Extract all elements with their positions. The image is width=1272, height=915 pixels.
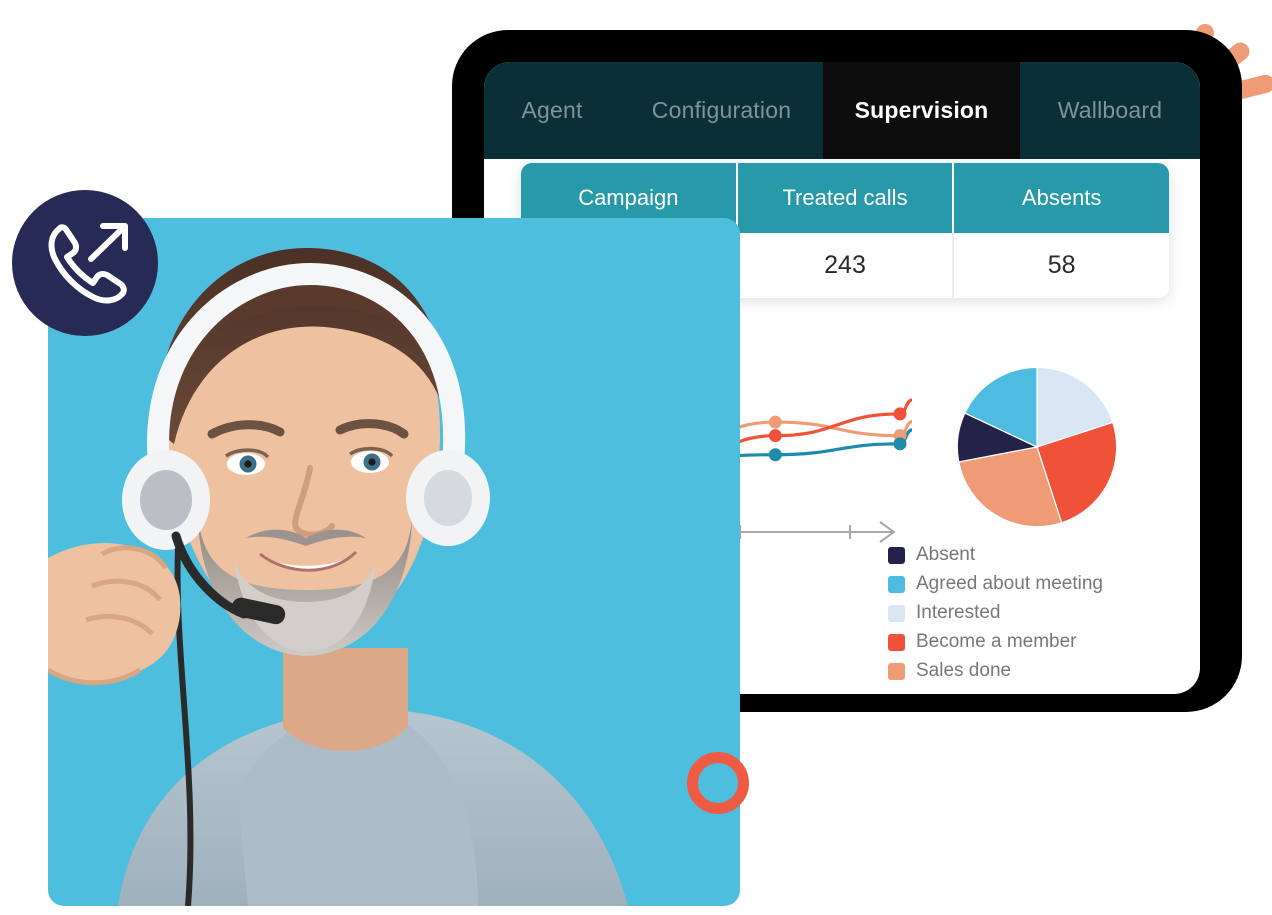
legend-swatch-icon <box>888 575 905 593</box>
tab-supervision-label: Supervision <box>854 97 989 123</box>
line-data-point[interactable] <box>768 448 782 462</box>
outgoing-call-icon <box>48 223 128 304</box>
legend-swatch-icon <box>888 604 905 622</box>
tab-wallboard-label: Wallboard <box>1057 97 1163 123</box>
line-data-point[interactable] <box>768 429 782 443</box>
column-header-absents: Absents <box>954 163 1169 233</box>
column-header-campaign-label: Campaign <box>578 185 679 210</box>
outgoing-call-badge <box>12 190 158 336</box>
tab-agent[interactable]: Agent <box>484 62 620 159</box>
pie-chart-svg <box>956 366 1118 528</box>
legend-item-label: Become a member <box>916 631 1077 652</box>
legend-item[interactable]: Sales done <box>888 660 1188 682</box>
line-data-point[interactable] <box>893 407 907 421</box>
cell-treated-calls-value: 243 <box>824 251 866 279</box>
agent-photo-illustration <box>48 218 740 906</box>
column-header-absents-label: Absents <box>1021 185 1102 210</box>
tab-supervision[interactable]: Supervision <box>823 62 1020 159</box>
legend-item-label: Agreed about meeting <box>916 573 1103 594</box>
chart-legend: Absent Agreed about meeting Interested Beco… <box>888 544 1188 689</box>
tab-wallboard[interactable]: Wallboard <box>1020 62 1200 159</box>
legend-swatch-icon <box>888 546 905 564</box>
legend-item-label: Interested <box>916 602 1001 623</box>
pie-chart <box>954 364 1120 528</box>
tab-agent-label: Agent <box>521 97 583 123</box>
legend-item-label: Sales done <box>916 660 1012 681</box>
pie-chart-slices <box>956 366 1118 528</box>
legend-item[interactable]: Agreed about meeting <box>888 573 1188 595</box>
legend-swatch-icon <box>888 662 905 680</box>
agent-photo <box>48 218 740 906</box>
legend-item[interactable]: Absent <box>888 544 1188 566</box>
legend-swatch-icon <box>888 633 905 651</box>
column-header-treated-calls: Treated calls <box>738 163 955 233</box>
tab-configuration-label: Configuration <box>651 97 792 123</box>
line-data-point[interactable] <box>893 437 907 451</box>
tab-configuration[interactable]: Configuration <box>620 62 823 159</box>
cell-absents-value: 58 <box>1047 251 1076 279</box>
legend-item[interactable]: Interested <box>888 602 1188 624</box>
legend-item[interactable]: Become a member <box>888 631 1188 653</box>
column-header-treated-calls-label: Treated calls <box>782 185 908 210</box>
page-stage: Agent Configuration Supervision Wallboar… <box>0 0 1272 915</box>
cell-treated-calls: 243 <box>738 233 955 298</box>
legend-item-label: Absent <box>916 544 976 565</box>
tab-bar: Agent Configuration Supervision Wallboar… <box>484 62 1200 159</box>
cell-absents: 58 <box>954 233 1169 298</box>
line-data-point[interactable] <box>768 415 782 429</box>
ring-decoration <box>687 752 749 814</box>
